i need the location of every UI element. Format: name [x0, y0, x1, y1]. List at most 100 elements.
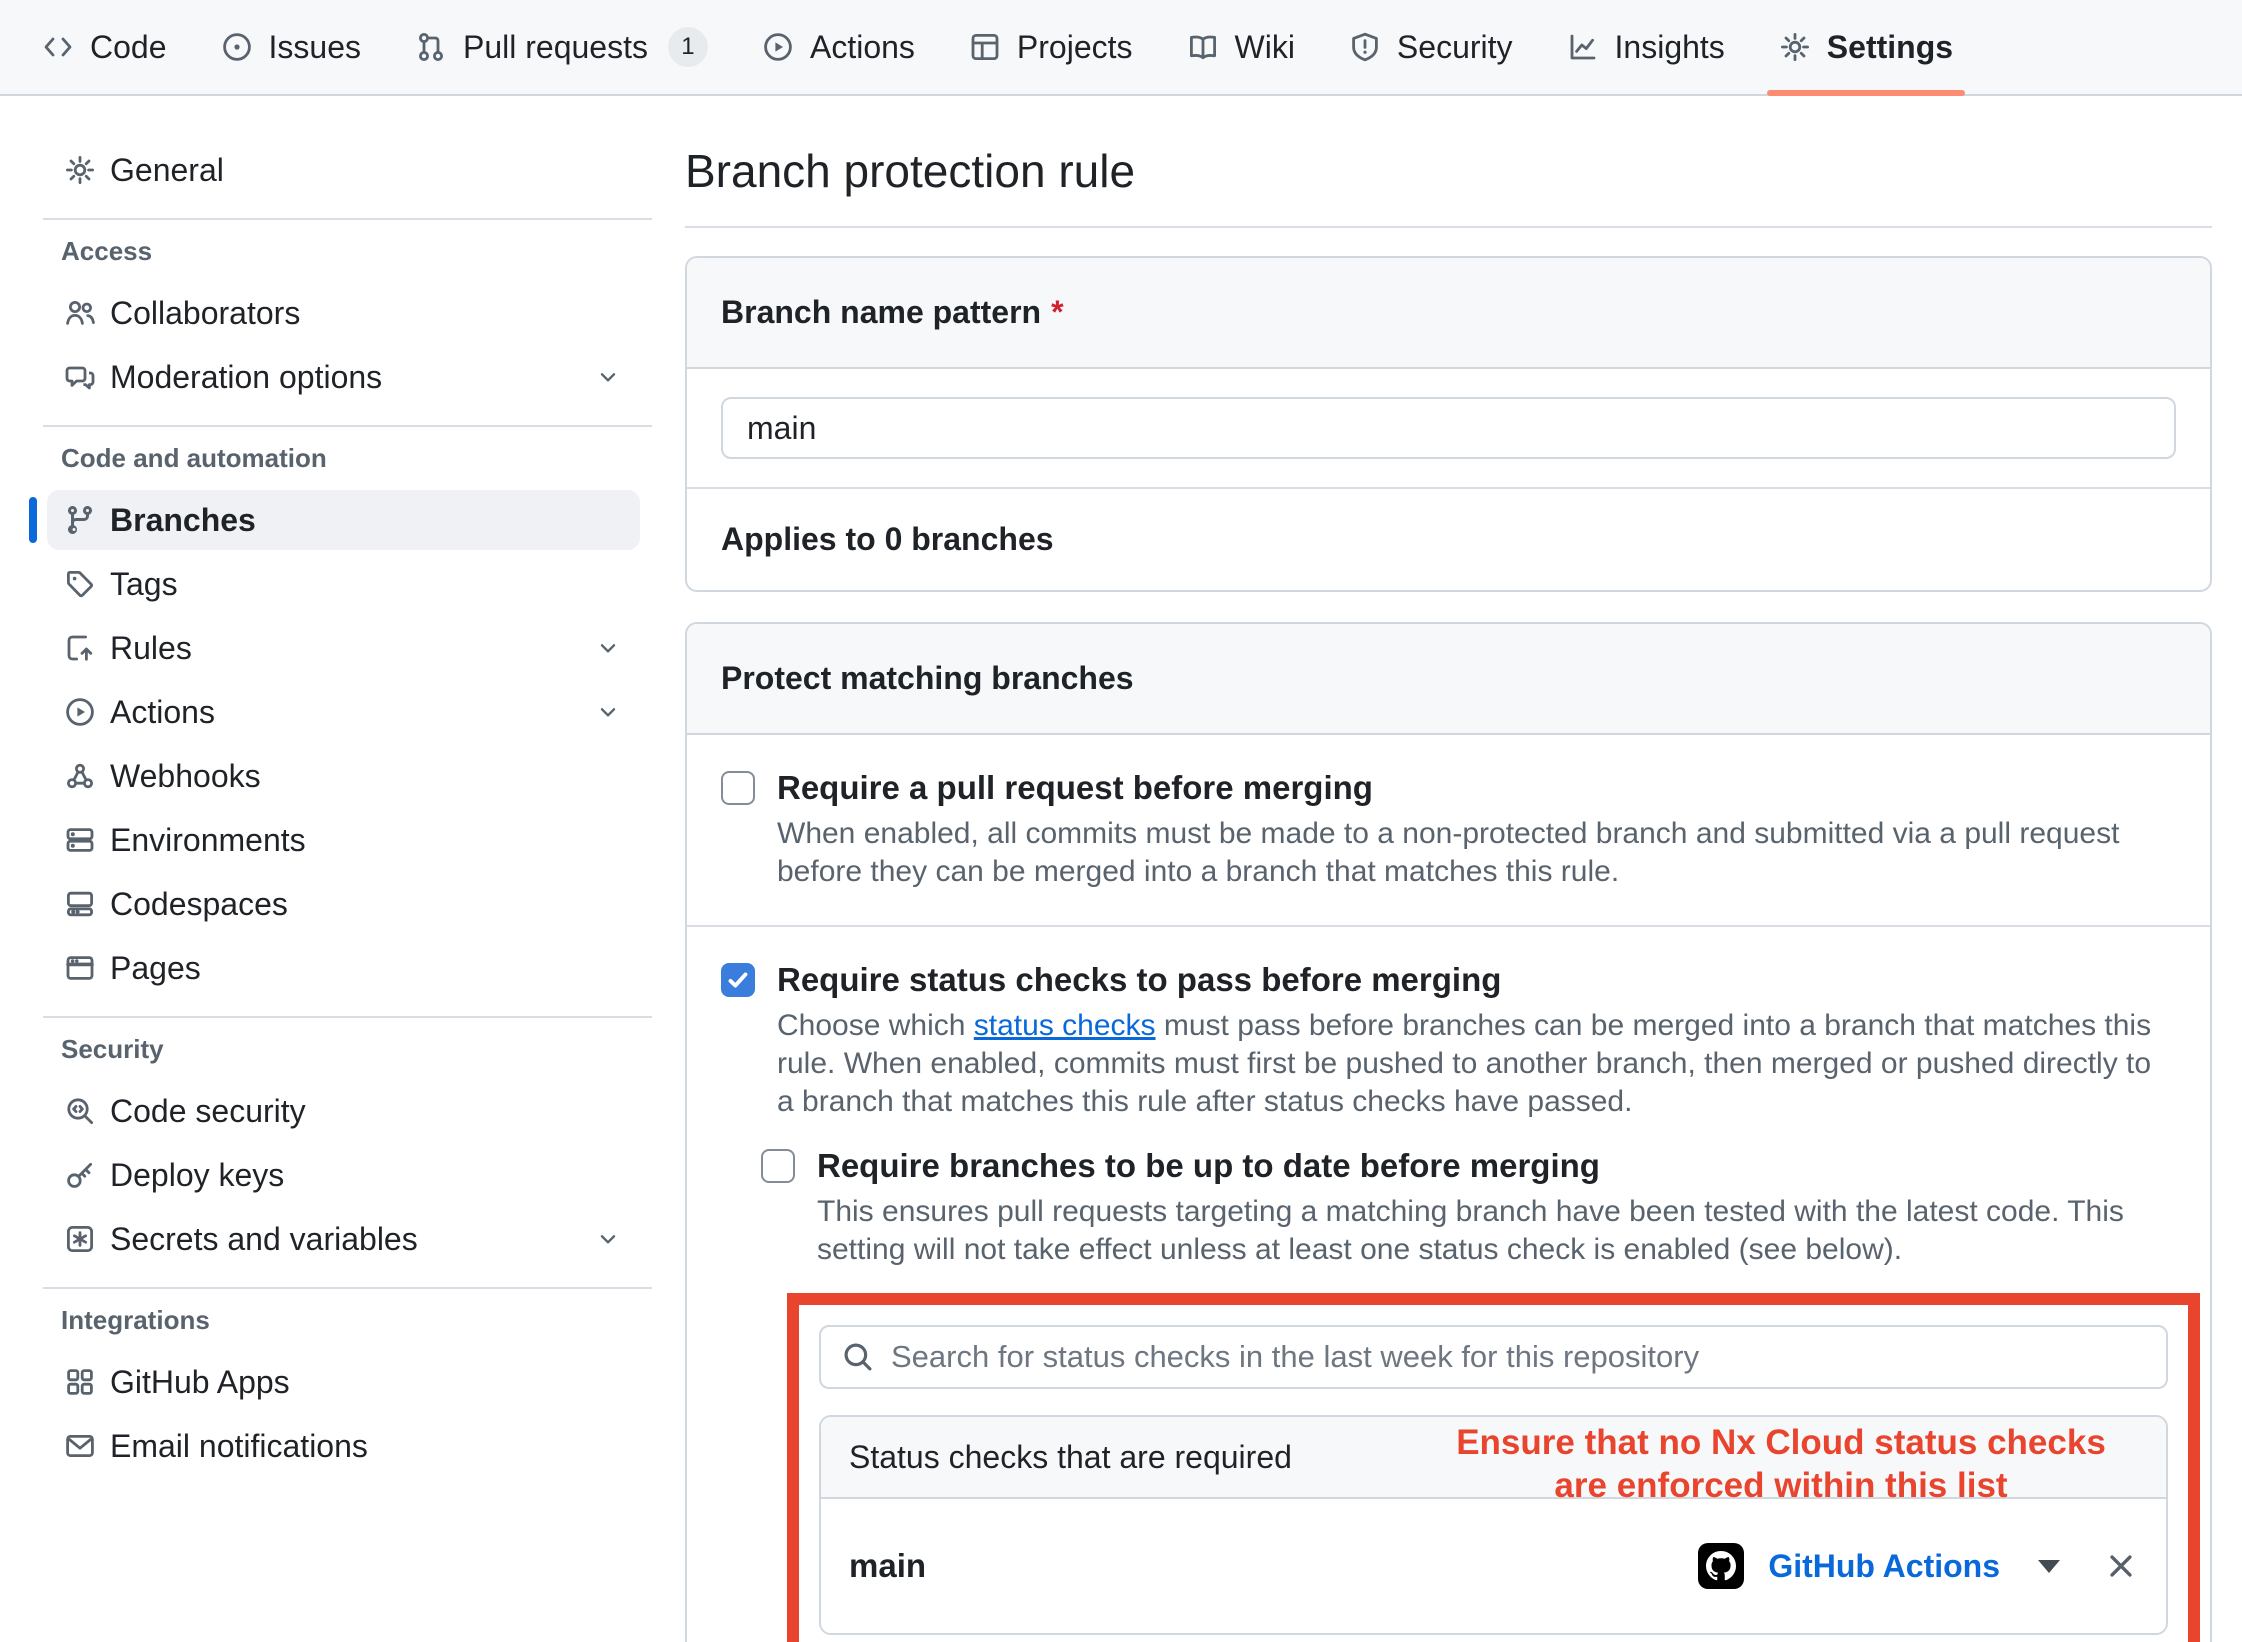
sidebar-item-label: Collaborators	[110, 295, 300, 332]
page-title: Branch protection rule	[685, 144, 2212, 198]
sidebar-item-branches[interactable]: Branches	[47, 490, 640, 550]
tab-label: Security	[1397, 29, 1513, 66]
sidebar-item-github-apps[interactable]: GitHub Apps	[47, 1352, 640, 1412]
sidebar-section-access: Access	[61, 236, 660, 267]
tab-projects[interactable]: Projects	[947, 0, 1155, 94]
sidebar-item-label: Moderation options	[110, 359, 382, 396]
github-actions-link[interactable]: GitHub Actions	[1768, 1548, 2000, 1585]
sidebar-item-general[interactable]: General	[47, 140, 640, 200]
repo-tab-bar: Code Issues Pull requests 1 Actions Proj…	[0, 0, 2242, 96]
tab-issues[interactable]: Issues	[199, 0, 383, 94]
dropdown-caret-icon[interactable]	[2038, 1560, 2060, 1573]
github-logo-icon	[1698, 1543, 1744, 1589]
tab-code[interactable]: Code	[20, 0, 189, 94]
require-status-checks-checkbox[interactable]	[721, 963, 755, 997]
table-icon	[969, 31, 1001, 63]
gear-icon	[1779, 31, 1811, 63]
tab-label: Issues	[269, 29, 361, 66]
book-icon	[1187, 31, 1219, 63]
server-icon	[64, 824, 96, 856]
play-circle-icon	[64, 696, 96, 728]
up-to-date-subsection: Require branches to be up to date before…	[761, 1147, 2176, 1642]
tab-label: Settings	[1827, 29, 1953, 66]
remove-status-check-icon[interactable]	[2104, 1549, 2138, 1583]
protect-matching-branches-card: Protect matching branches Require a pull…	[685, 622, 2212, 1642]
sidebar-item-label: Tags	[110, 566, 178, 603]
asterisk-box-icon	[64, 1223, 96, 1255]
status-check-name: main	[849, 1547, 926, 1585]
require-up-to-date-checkbox[interactable]	[761, 1149, 795, 1183]
sidebar-item-webhooks[interactable]: Webhooks	[47, 746, 640, 806]
sidebar-item-collaborators[interactable]: Collaborators	[47, 283, 640, 343]
tab-pull-requests[interactable]: Pull requests 1	[393, 0, 730, 94]
require-pull-request-title: Require a pull request before merging	[777, 769, 1373, 807]
sidebar-item-codespaces[interactable]: Codespaces	[47, 874, 640, 934]
sidebar-item-email-notifications[interactable]: Email notifications	[47, 1416, 640, 1476]
sidebar-item-rules[interactable]: Rules	[47, 618, 640, 678]
shield-icon	[1349, 31, 1381, 63]
sidebar-item-label: Rules	[110, 630, 192, 667]
require-status-checks-description: Choose which status checks must pass bef…	[777, 1007, 2176, 1121]
key-icon	[64, 1159, 96, 1191]
sidebar-section-code-automation: Code and automation	[61, 443, 660, 474]
mail-icon	[64, 1430, 96, 1462]
comment-discussion-icon	[64, 361, 96, 393]
sidebar-item-pages[interactable]: Pages	[47, 938, 640, 998]
sidebar-item-label: GitHub Apps	[110, 1364, 290, 1401]
tab-wiki[interactable]: Wiki	[1165, 0, 1317, 94]
sidebar-item-label: Branches	[110, 502, 256, 539]
people-icon	[64, 297, 96, 329]
sidebar-item-deploy-keys[interactable]: Deploy keys	[47, 1145, 640, 1205]
tab-label: Actions	[810, 29, 915, 66]
play-circle-icon	[762, 31, 794, 63]
require-pull-request-row: Require a pull request before merging Wh…	[687, 735, 2210, 927]
graph-icon	[1567, 31, 1599, 63]
sidebar-item-label: Email notifications	[110, 1428, 368, 1465]
required-status-checks-table: Status checks that are required Ensure t…	[819, 1415, 2168, 1635]
require-pull-request-checkbox[interactable]	[721, 771, 755, 805]
require-up-to-date-title: Require branches to be up to date before…	[817, 1147, 1600, 1185]
applies-to-branches-text: Applies to 0 branches	[687, 489, 2210, 590]
branch-name-pattern-input[interactable]	[721, 397, 2176, 459]
sidebar-item-secrets-variables[interactable]: Secrets and variables	[47, 1209, 640, 1269]
status-checks-search-input[interactable]	[819, 1325, 2168, 1389]
search-icon	[841, 1340, 875, 1379]
sidebar-item-code-security[interactable]: Code security	[47, 1081, 640, 1141]
sidebar-item-actions[interactable]: Actions	[47, 682, 640, 742]
tab-label: Projects	[1017, 29, 1133, 66]
chevron-down-icon	[596, 700, 620, 724]
issue-opened-icon	[221, 31, 253, 63]
protect-matching-branches-header: Protect matching branches	[687, 624, 2210, 735]
status-checks-table-header: Status checks that are required Ensure t…	[821, 1417, 2166, 1499]
tab-settings[interactable]: Settings	[1757, 0, 1975, 94]
sidebar-section-security: Security	[61, 1034, 660, 1065]
tab-insights[interactable]: Insights	[1545, 0, 1747, 94]
branch-name-pattern-card: Branch name pattern* Applies to 0 branch…	[685, 256, 2212, 592]
sidebar-item-moderation-options[interactable]: Moderation options	[47, 347, 640, 407]
tab-security[interactable]: Security	[1327, 0, 1535, 94]
sidebar-item-label: Code security	[110, 1093, 306, 1130]
git-branch-icon	[64, 504, 96, 536]
selected-accent-bar	[29, 497, 37, 543]
tab-label: Wiki	[1235, 29, 1295, 66]
codespaces-icon	[64, 888, 96, 920]
sidebar-item-label: Codespaces	[110, 886, 288, 923]
sidebar-divider	[43, 1016, 652, 1018]
code-icon	[42, 31, 74, 63]
require-status-checks-row: Require status checks to pass before mer…	[687, 927, 2210, 1642]
chevron-down-icon	[596, 636, 620, 660]
sidebar-item-label: Deploy keys	[110, 1157, 284, 1194]
require-pull-request-description: When enabled, all commits must be made t…	[777, 815, 2176, 891]
tab-label: Insights	[1615, 29, 1725, 66]
tag-icon	[64, 568, 96, 600]
tab-label: Code	[90, 29, 167, 66]
sidebar-item-label: General	[110, 152, 224, 189]
sidebar-item-tags[interactable]: Tags	[47, 554, 640, 614]
sidebar-item-environments[interactable]: Environments	[47, 810, 640, 870]
sidebar-section-integrations: Integrations	[61, 1305, 660, 1336]
rules-icon	[64, 632, 96, 664]
tab-actions[interactable]: Actions	[740, 0, 937, 94]
annotation-text: Ensure that no Nx Cloud status checks ar…	[1261, 1421, 2168, 1507]
status-checks-link[interactable]: status checks	[974, 1009, 1156, 1042]
status-checks-table-header-label: Status checks that are required	[849, 1439, 1292, 1476]
